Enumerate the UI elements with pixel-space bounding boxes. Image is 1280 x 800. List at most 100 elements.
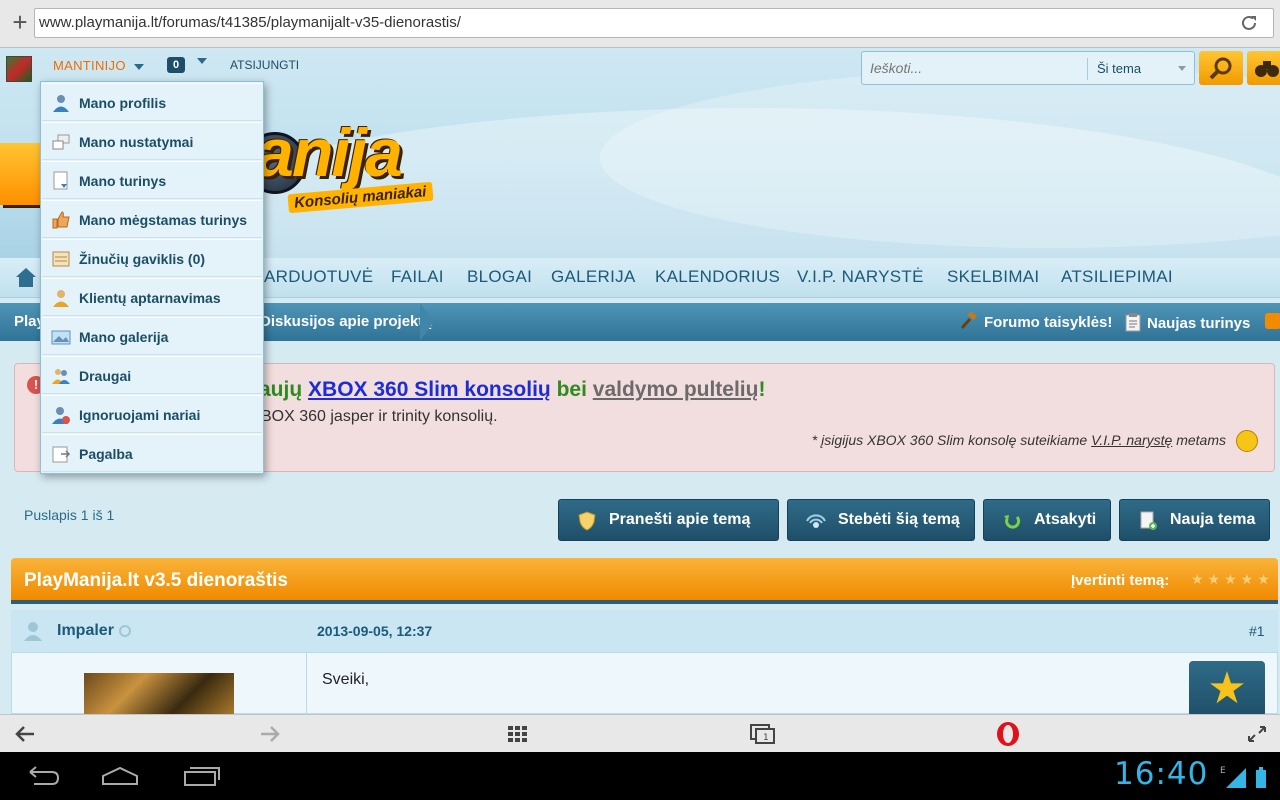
opera-menu-icon[interactable]	[995, 721, 1021, 747]
gavel-icon	[960, 311, 977, 329]
notice-text: * įsigijus XBOX 360 Slim konsolę suteiki…	[811, 432, 1092, 448]
nav-item-calendar[interactable]: KALENDORIUS	[655, 267, 780, 287]
reply-button[interactable]: Atsakyti	[983, 499, 1111, 541]
tabs-icon[interactable]: 1	[750, 724, 776, 744]
menu-item-favorites[interactable]: Mano mėgstamas turinys	[42, 200, 262, 238]
post-date: 2013-09-05, 12:37	[317, 623, 433, 639]
breadcrumb-separator	[420, 303, 434, 341]
thread-title: PlayManija.lt v3.5 dienoraštis	[24, 570, 288, 591]
rating-stars[interactable]: ★★★★★	[1191, 571, 1274, 588]
friends-icon	[52, 369, 70, 384]
menu-item-content[interactable]: Mano turinys	[42, 161, 262, 199]
menu-item-gallery[interactable]: Mano galerija	[42, 317, 262, 355]
report-topic-button[interactable]: Pranešti apie temą	[558, 499, 779, 541]
nav-item-reviews[interactable]: ATSILIEPIMAI	[1061, 267, 1173, 287]
menu-item-support[interactable]: Klientų aptarnavimas	[42, 278, 262, 316]
content-icon	[53, 171, 68, 190]
smiley-icon	[1236, 430, 1258, 452]
nav-item-gallery[interactable]: GALERIJA	[551, 267, 636, 287]
system-clock: 16:40	[1114, 756, 1209, 792]
notice-controllers-link[interactable]: valdymo pultelių	[593, 378, 759, 401]
username-label: MANTINIJO	[53, 58, 126, 73]
back-arrow-icon[interactable]	[14, 724, 36, 744]
nav-item-blogs[interactable]: BLOGAI	[467, 267, 532, 287]
offline-status-icon	[119, 625, 131, 637]
url-text: www.playmanija.lt/forumas/t41385/playman…	[39, 14, 461, 31]
divider	[1087, 58, 1088, 80]
nav-item-shop[interactable]: ARDUOTUVĖ	[264, 267, 373, 287]
reply-label: Atsakyti	[1034, 511, 1097, 528]
shield-icon	[578, 511, 596, 531]
fullscreen-icon[interactable]	[1246, 724, 1268, 744]
nav-item-ads[interactable]: SKELBIMAI	[947, 267, 1039, 287]
notice-text: metams	[1172, 432, 1226, 448]
nav-item-vip[interactable]: V.I.P. NARYSTĖ	[797, 267, 924, 287]
menu-item-label: Mano profilis	[79, 95, 167, 111]
post-body: Sveiki, ★	[11, 652, 1278, 717]
forum-rules-link[interactable]: Forumo taisyklės!	[960, 311, 1113, 331]
site-logo[interactable]: anija	[256, 114, 403, 192]
signal-battery-icon: E	[1220, 766, 1266, 788]
system-navigation-bar: 16:40 E	[0, 752, 1280, 800]
menu-item-label: Mano nustatymai	[79, 134, 194, 150]
user-dropdown-menu: Mano profilis Mano nustatymai Mano turin…	[40, 81, 264, 474]
menu-item-inbox[interactable]: Žinučių gaviklis (0)	[42, 239, 262, 277]
search-input[interactable]	[870, 60, 1080, 76]
support-icon	[53, 290, 69, 307]
reload-icon[interactable]	[1239, 13, 1259, 33]
notice-vip-link[interactable]: V.I.P. narystę	[1091, 432, 1172, 448]
url-field[interactable]: www.playmanija.lt/forumas/t41385/playman…	[34, 8, 1274, 38]
report-topic-label: Pranešti apie temą	[609, 511, 751, 528]
search-scope-select[interactable]: Ši tema	[1097, 61, 1141, 76]
notice-text: aujų	[259, 378, 309, 401]
help-icon	[52, 446, 71, 463]
post-content: Sveiki,	[322, 671, 370, 688]
post-author-link[interactable]: Impaler	[57, 622, 114, 640]
menu-item-label: Ignoruojami nariai	[79, 407, 201, 423]
notifications-badge[interactable]: 0	[167, 57, 185, 73]
menu-item-help[interactable]: Pagalba	[42, 434, 262, 472]
new-topic-button[interactable]: Nauja tema	[1119, 499, 1270, 541]
post-number-link[interactable]: #1	[1249, 623, 1265, 639]
menu-item-settings[interactable]: Mano nustatymai	[42, 122, 262, 160]
notice-xbox-link[interactable]: XBOX 360 Slim konsolių	[308, 378, 551, 401]
breadcrumb-current[interactable]: Diskusijos apie projektą	[260, 313, 432, 330]
new-content-link[interactable]: Naujas turinys	[1125, 312, 1250, 332]
rss-icon[interactable]	[1265, 313, 1280, 329]
search-button[interactable]	[1199, 51, 1243, 85]
chevron-down-icon[interactable]	[197, 58, 207, 64]
clipboard-icon	[1125, 313, 1141, 332]
browser-address-bar: + www.playmanija.lt/forumas/t41385/playm…	[0, 0, 1280, 48]
plus-icon[interactable]: +	[8, 9, 32, 35]
system-recents-icon[interactable]	[182, 766, 222, 786]
system-home-icon[interactable]	[100, 766, 140, 786]
chevron-down-icon	[1178, 66, 1186, 71]
settings-icon	[52, 134, 70, 150]
username-menu-toggle[interactable]: MANTINIJO	[53, 58, 144, 73]
notice-subtext: BOX 360 jasper ir trinity konsolių.	[261, 408, 498, 425]
binoculars-icon	[1255, 61, 1279, 77]
forward-arrow-icon[interactable]	[259, 724, 281, 744]
page-counter: Puslapis 1 iš 1	[24, 507, 115, 523]
logout-link[interactable]: ATSIJUNGTI	[230, 58, 299, 72]
notice-text: !	[758, 378, 766, 401]
reply-icon	[1004, 515, 1021, 529]
menu-item-friends[interactable]: Draugai	[42, 356, 262, 394]
system-back-icon[interactable]	[22, 766, 62, 786]
menu-item-label: Draugai	[79, 368, 132, 384]
notice-footnote: * įsigijus XBOX 360 Slim konsolę suteiki…	[812, 432, 1226, 448]
gallery-icon	[51, 330, 71, 345]
menu-item-ignored[interactable]: Ignoruojami nariai	[42, 395, 262, 433]
user-icon	[24, 622, 42, 641]
menu-item-label: Pagalba	[79, 446, 133, 462]
advanced-search-button[interactable]	[1247, 51, 1280, 85]
forum-rules-label: Forumo taisyklės!	[984, 314, 1113, 331]
menu-item-profile[interactable]: Mano profilis	[42, 83, 262, 121]
home-icon[interactable]	[14, 266, 38, 288]
watch-topic-button[interactable]: Stebėti šią temą	[787, 499, 975, 541]
speed-dial-grid-icon[interactable]	[506, 724, 528, 744]
svg-text:E: E	[1220, 766, 1226, 776]
author-avatar[interactable]	[84, 673, 234, 715]
nav-item-files[interactable]: FAILAI	[391, 267, 444, 287]
avatar[interactable]	[6, 56, 32, 82]
